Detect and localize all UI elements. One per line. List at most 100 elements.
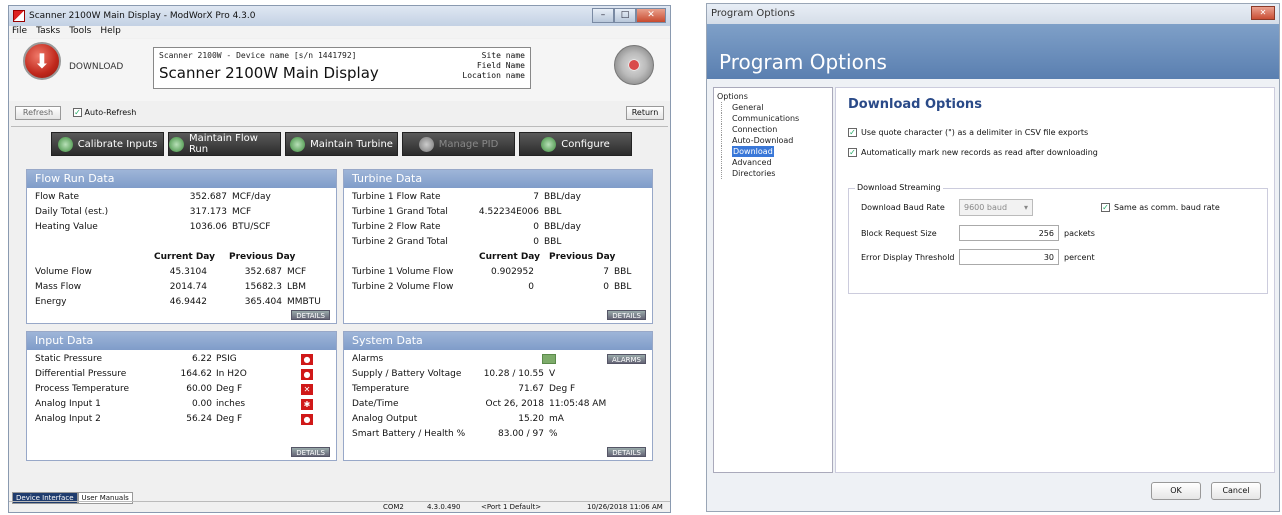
- tree-item-connection[interactable]: Connection: [721, 124, 829, 135]
- x-icon[interactable]: ✕: [301, 384, 313, 395]
- cancel-button[interactable]: Cancel: [1211, 482, 1261, 500]
- auto-refresh-label: Auto-Refresh: [84, 108, 137, 117]
- display-title: Scanner 2100W Main Display: [159, 64, 379, 82]
- row-unit: BBL/day: [544, 222, 581, 232]
- maintain-turbine-label: Maintain Turbine: [310, 138, 393, 150]
- lock-icon[interactable]: ●: [301, 354, 313, 365]
- maintain-flow-run-label: Maintain Flow Run: [188, 133, 258, 155]
- maintain-turbine-button[interactable]: Maintain Turbine: [285, 132, 398, 156]
- location-name: Location name: [462, 71, 525, 80]
- row-value: 60.00: [186, 384, 212, 394]
- lock-icon[interactable]: ●: [301, 414, 313, 425]
- details-button[interactable]: DETAILS: [291, 310, 330, 320]
- tree-item-auto-download[interactable]: Auto-Download: [721, 135, 829, 146]
- action-bar: Calibrate Inputs Maintain Flow Run Maint…: [9, 132, 670, 158]
- row-unit: 11:05:48 AM: [549, 399, 607, 409]
- configure-button[interactable]: Configure: [519, 132, 632, 156]
- details-button[interactable]: DETAILS: [607, 447, 646, 457]
- row-current: 0.902952: [491, 267, 534, 277]
- status-datetime: 10/26/2018 11:06 AM: [587, 503, 663, 511]
- same-as-comm-checkbox[interactable]: ✓ Same as comm. baud rate: [1101, 203, 1220, 212]
- status-bar: COM2 4.3.0.490 <Port 1 Default> 10/26/20…: [9, 501, 670, 513]
- row-value: 0: [533, 237, 539, 247]
- panel-title: System Data: [344, 332, 652, 350]
- details-button[interactable]: DETAILS: [291, 447, 330, 457]
- maximize-button[interactable]: □: [614, 8, 636, 23]
- main-display-window: Scanner 2100W Main Display - ModWorX Pro…: [8, 5, 671, 513]
- tree-item-directories[interactable]: Directories: [721, 168, 829, 179]
- quote-delimiter-checkbox[interactable]: ✓ Use quote character (") as a delimiter…: [848, 128, 1088, 137]
- row-unit: BBL: [544, 237, 562, 247]
- gear-icon[interactable]: ✱: [301, 399, 313, 410]
- close-button[interactable]: ✕: [636, 8, 666, 23]
- row-value: 4.52234E006: [478, 207, 539, 217]
- menu-tasks[interactable]: Tasks: [36, 26, 60, 38]
- row-value: 10.28 / 10.55: [483, 369, 544, 379]
- return-button[interactable]: Return: [626, 106, 664, 120]
- input-panel: Input Data Static Pressure 6.22 PSIG ● D…: [26, 331, 337, 461]
- auto-refresh-checkbox[interactable]: ✓ Auto-Refresh: [73, 108, 136, 117]
- options-content: Download Options ✓ Use quote character (…: [835, 87, 1275, 473]
- row-current: 45.3104: [169, 267, 207, 277]
- menu-help[interactable]: Help: [100, 26, 121, 38]
- options-tree: Options General Communications Connectio…: [713, 87, 833, 473]
- status-version: 4.3.0.490: [427, 503, 461, 511]
- col-previous: Previous Day: [229, 252, 296, 262]
- minimize-button[interactable]: –: [592, 8, 614, 23]
- row-value: 7: [533, 192, 539, 202]
- row-value: 56.24: [186, 414, 212, 424]
- tree-root[interactable]: Options: [717, 91, 829, 102]
- row-value: 317.173: [189, 207, 227, 217]
- section-heading: Download Options: [848, 97, 982, 112]
- row-label: Temperature: [352, 384, 410, 394]
- menu-tools[interactable]: Tools: [69, 26, 91, 38]
- title-bar: Scanner 2100W Main Display - ModWorX Pro…: [9, 6, 670, 26]
- row-unit: inches: [216, 399, 246, 409]
- alarms-button[interactable]: ALARMS: [607, 354, 646, 364]
- row-label: Smart Battery / Health %: [352, 429, 466, 439]
- dialog-title-bar: Program Options: [707, 4, 1279, 24]
- group-title: Download Streaming: [855, 183, 943, 192]
- menu-bar: File Tasks Tools Help: [9, 26, 670, 38]
- row-label: Alarms: [352, 354, 384, 364]
- download-label[interactable]: DOWNLOAD: [69, 62, 123, 72]
- close-button[interactable]: ✕: [1251, 6, 1275, 20]
- tree-item-general[interactable]: General: [721, 102, 829, 113]
- row-current: 2014.74: [169, 282, 207, 292]
- refresh-button[interactable]: Refresh: [15, 106, 61, 120]
- configure-label: Configure: [561, 138, 610, 150]
- row-unit: BBL: [614, 267, 632, 277]
- tree-item-communications[interactable]: Communications: [721, 113, 829, 124]
- calibrate-inputs-button[interactable]: Calibrate Inputs: [51, 132, 164, 156]
- row-value: 352.687: [189, 192, 227, 202]
- row-unit: mA: [549, 414, 564, 424]
- same-as-comm-label: Same as comm. baud rate: [1114, 203, 1220, 212]
- tree-item-download[interactable]: Download: [732, 146, 774, 157]
- row-unit: Deg F: [216, 384, 243, 394]
- lock-icon[interactable]: ●: [301, 369, 313, 380]
- row-unit: BBL: [544, 207, 562, 217]
- menu-file[interactable]: File: [12, 26, 27, 38]
- block-size-input[interactable]: 256: [959, 225, 1059, 241]
- device-info-box: Scanner 2100W - Device name [s/n 1441792…: [153, 47, 531, 89]
- divider: [11, 126, 668, 127]
- error-threshold-input[interactable]: 30: [959, 249, 1059, 265]
- row-unit: BBL: [614, 282, 632, 292]
- site-info: Site name Field Name Location name: [462, 51, 525, 81]
- ok-button[interactable]: OK: [1151, 482, 1201, 500]
- row-label: Turbine 1 Flow Rate: [352, 192, 441, 202]
- baud-rate-select: 9600 baud ▾: [959, 199, 1033, 216]
- row-label: Mass Flow: [35, 282, 82, 292]
- error-threshold-unit: percent: [1064, 253, 1095, 262]
- download-icon[interactable]: ⬇: [23, 42, 61, 80]
- download-streaming-group: Download Streaming Download Baud Rate 96…: [848, 183, 1268, 294]
- dialog-header: Program Options: [707, 24, 1279, 79]
- row-previous: 352.687: [244, 267, 282, 277]
- details-button[interactable]: DETAILS: [607, 310, 646, 320]
- turbine-icon: [290, 136, 306, 152]
- tree-item-advanced[interactable]: Advanced: [721, 157, 829, 168]
- maintain-flow-run-button[interactable]: Maintain Flow Run: [168, 132, 281, 156]
- auto-mark-read-label: Automatically mark new records as read a…: [861, 148, 1098, 157]
- auto-mark-read-checkbox[interactable]: ✓ Automatically mark new records as read…: [848, 148, 1098, 157]
- row-label: Turbine 2 Grand Total: [352, 237, 448, 247]
